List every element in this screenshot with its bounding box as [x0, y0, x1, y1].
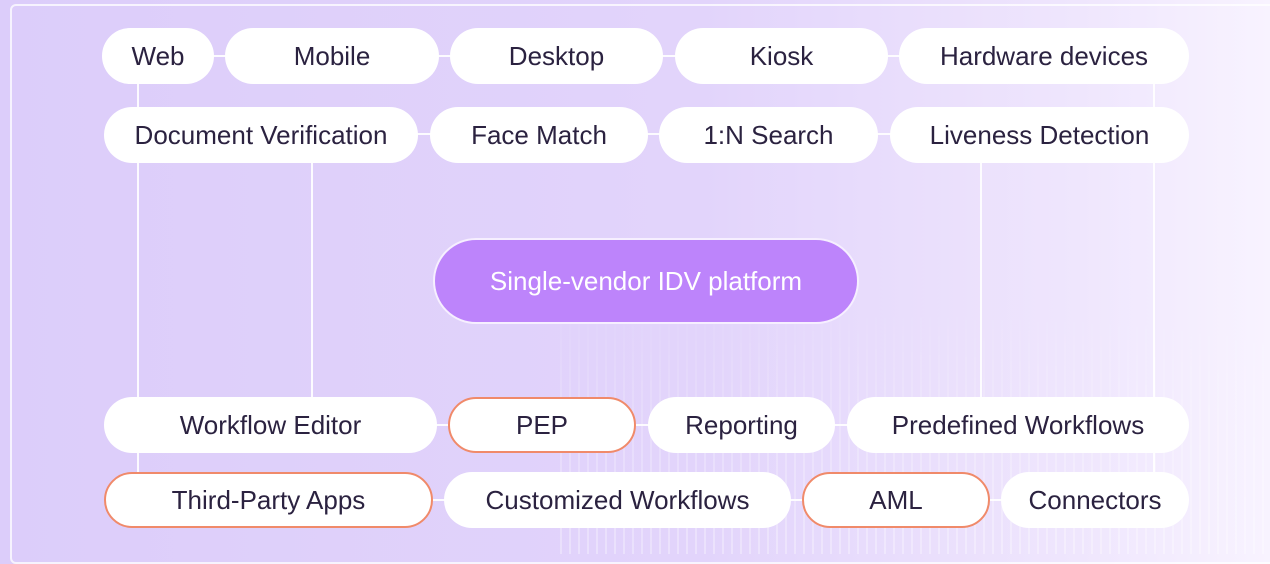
capability-1n-search: 1:N Search	[659, 107, 878, 163]
feature-customized-workflows: Customized Workflows	[444, 472, 791, 528]
capability-liveness-detection: Liveness Detection	[890, 107, 1189, 163]
idv-platform-diagram: Web Mobile Desktop Kiosk Hardware device…	[0, 0, 1270, 564]
platform-node: Single-vendor IDV platform	[433, 238, 859, 324]
feature-reporting: Reporting	[648, 397, 835, 453]
connector-line	[980, 134, 982, 424]
capability-document-verification: Document Verification	[104, 107, 418, 163]
channel-kiosk: Kiosk	[675, 28, 888, 84]
feature-aml: AML	[802, 472, 990, 528]
feature-third-party-apps: Third-Party Apps	[104, 472, 433, 528]
channel-hardware-devices: Hardware devices	[899, 28, 1189, 84]
feature-pep: PEP	[448, 397, 636, 453]
connector-line	[311, 134, 313, 424]
feature-workflow-editor: Workflow Editor	[104, 397, 437, 453]
channel-desktop: Desktop	[450, 28, 663, 84]
feature-predefined-workflows: Predefined Workflows	[847, 397, 1189, 453]
channel-web: Web	[102, 28, 214, 84]
capability-face-match: Face Match	[430, 107, 648, 163]
channel-mobile: Mobile	[225, 28, 439, 84]
feature-connectors: Connectors	[1001, 472, 1189, 528]
